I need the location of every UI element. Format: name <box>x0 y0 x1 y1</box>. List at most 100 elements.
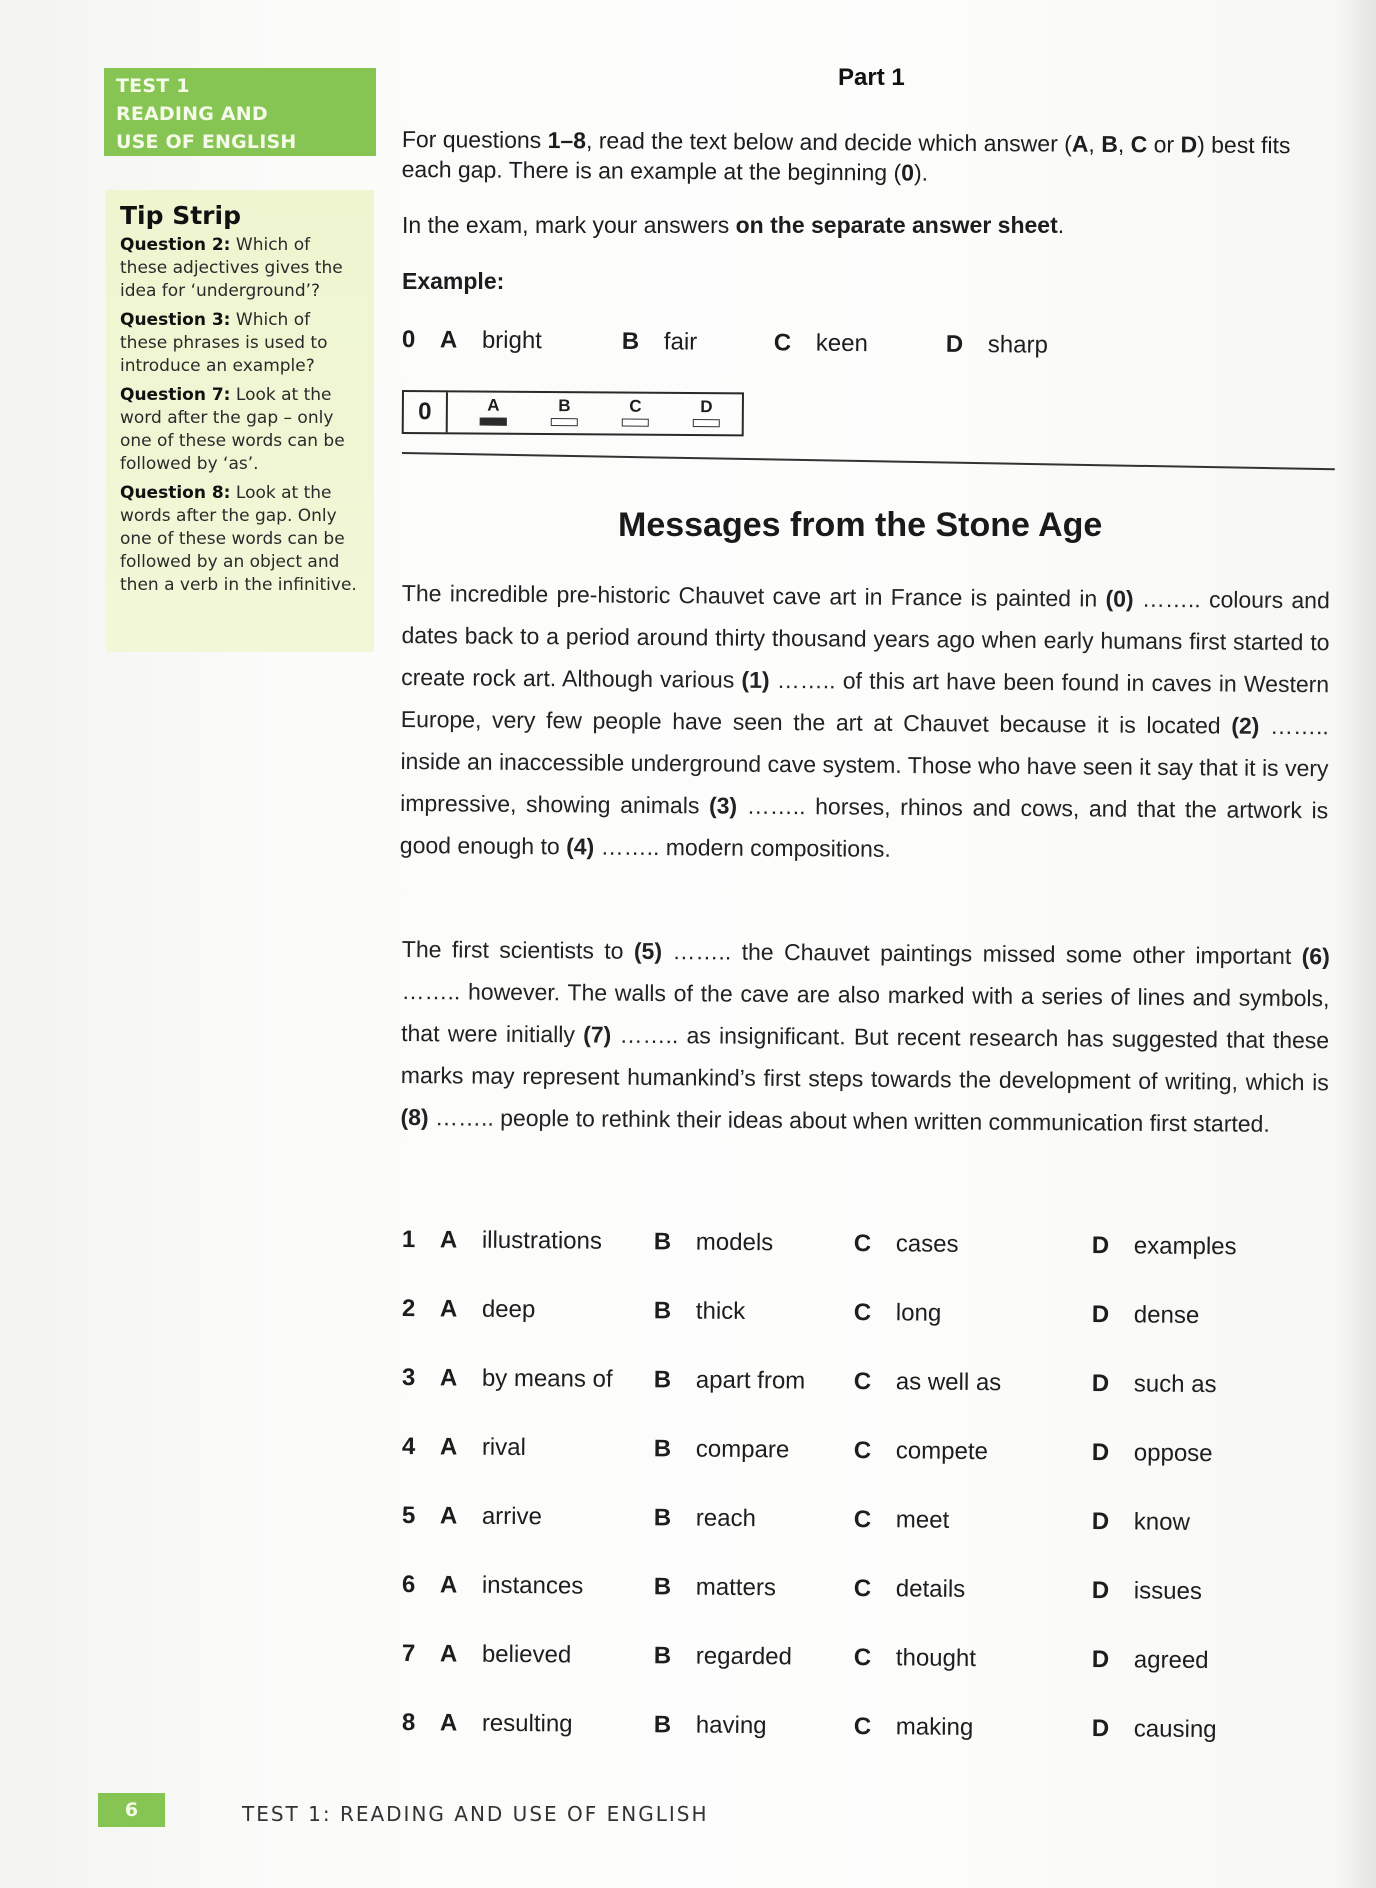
option-a[interactable]: Aarrive <box>440 1502 654 1532</box>
choice-letter: D <box>700 397 713 417</box>
option-a[interactable]: Aillustrations <box>440 1226 654 1256</box>
question-number: 3 <box>401 1364 416 1392</box>
question-number: 4 <box>401 1433 416 1461</box>
option-word: cases <box>895 1230 959 1258</box>
option-letter: B <box>653 1642 672 1670</box>
question-row: 7 Abelieved Bregarded Cthought Dagreed <box>402 1640 1209 1675</box>
tip-label: Question 2: <box>120 235 231 255</box>
answer-choice-d[interactable]: D <box>671 394 742 434</box>
option-a[interactable]: Aby means of <box>440 1364 654 1394</box>
option-a[interactable]: Ainstances <box>440 1571 654 1601</box>
option-c[interactable]: Ccases <box>854 1230 1092 1260</box>
option-b[interactable]: Bmodels <box>654 1228 854 1258</box>
option-word: thought <box>895 1644 977 1673</box>
option-word: causing <box>1133 1715 1217 1744</box>
answer-choice-c[interactable]: C <box>600 393 671 433</box>
option-c[interactable]: Cthought <box>854 1644 1092 1674</box>
option-word: such as <box>1133 1370 1217 1399</box>
option-c[interactable]: Cmeet <box>854 1506 1092 1536</box>
exam-page: TEST 1 READING AND USE OF ENGLISH Tip St… <box>0 0 1376 1888</box>
answer-mark-empty <box>692 419 720 428</box>
option-b[interactable]: Bhaving <box>654 1711 854 1741</box>
option-word: details <box>895 1575 966 1603</box>
banner-line: USE OF ENGLISH <box>116 131 297 153</box>
option-b[interactable]: Bapart from <box>654 1366 854 1396</box>
option-d: Dsharp <box>946 331 1048 360</box>
option-a[interactable]: Abelieved <box>440 1640 654 1670</box>
option-letter: A <box>439 1433 458 1461</box>
option-letter: B <box>653 1711 672 1739</box>
option-letter: B <box>653 1228 672 1256</box>
test-section-banner: TEST 1 READING AND USE OF ENGLISH <box>104 68 376 156</box>
option-word: as well as <box>895 1368 1002 1397</box>
answer-choice-b[interactable]: B <box>529 393 600 433</box>
choice-letter: C <box>629 396 642 416</box>
letter-c: C <box>1130 131 1148 158</box>
question-row: 3 Aby means of Bapart from Cas well as Dsuch… <box>402 1364 1217 1399</box>
option-letter: C <box>853 1229 872 1258</box>
option-c[interactable]: Clong <box>854 1299 1092 1329</box>
option-letter: D <box>1091 1370 1110 1398</box>
question-row: 4 Arival Bcompare Ccompete Doppose <box>402 1433 1213 1468</box>
option-letter: B <box>653 1504 672 1532</box>
option-c[interactable]: Cdetails <box>854 1575 1092 1605</box>
option-c[interactable]: Cas well as <box>854 1368 1092 1398</box>
tip-item: Question 7: Look at the word after the g… <box>120 384 362 476</box>
option-letter: A <box>439 1226 458 1254</box>
option-word: resulting <box>481 1709 573 1738</box>
option-word: reach <box>695 1504 757 1533</box>
letter-a: A <box>1071 130 1089 157</box>
answer-sheet-instruction: In the exam, mark your answers on the se… <box>402 212 1064 239</box>
option-word: meet <box>895 1506 950 1534</box>
option-b[interactable]: Bregarded <box>654 1642 854 1672</box>
option-letter: C <box>853 1574 872 1603</box>
option-d[interactable]: Dsuch as <box>1092 1370 1217 1399</box>
option-letter: D <box>1091 1301 1110 1329</box>
option-letter: D <box>1091 1646 1110 1674</box>
option-d[interactable]: Dagreed <box>1092 1646 1209 1675</box>
option-word: deep <box>481 1295 536 1324</box>
option-word: know <box>1133 1508 1191 1536</box>
tip-label: Question 3: <box>120 310 231 330</box>
option-letter: A <box>439 1364 458 1392</box>
option-letter: B <box>621 327 640 356</box>
option-letter: D <box>1091 1232 1110 1260</box>
option-a[interactable]: Aresulting <box>440 1709 654 1739</box>
option-letter: B <box>653 1297 672 1325</box>
instructions-text: , read the text below and decide which a… <box>585 127 1072 157</box>
option-b[interactable]: Bcompare <box>654 1435 854 1465</box>
question-number: 1 <box>401 1226 416 1254</box>
question-row: 5 Aarrive Breach Cmeet Dknow <box>402 1502 1190 1537</box>
option-d[interactable]: Doppose <box>1092 1439 1213 1468</box>
option-d[interactable]: Dcausing <box>1092 1715 1217 1744</box>
option-word: oppose <box>1133 1439 1213 1468</box>
option-d[interactable]: Ddense <box>1092 1301 1200 1330</box>
article-title: Messages from the Stone Age <box>618 506 1103 544</box>
option-word: rival <box>481 1433 527 1462</box>
option-b[interactable]: Bthick <box>654 1297 854 1327</box>
tip-item: Question 2: Which of these adjectives gi… <box>120 234 362 303</box>
option-a[interactable]: Arival <box>440 1433 654 1463</box>
option-letter: A <box>439 1295 458 1323</box>
article-paragraph-1: The incredible pre-historic Chauvet cave… <box>400 572 1330 873</box>
answer-choices: A B C D <box>448 392 742 434</box>
option-b[interactable]: Bmatters <box>654 1573 854 1603</box>
option-word: agreed <box>1133 1646 1209 1675</box>
option-d[interactable]: Dknow <box>1092 1508 1190 1537</box>
tip-strip: Tip Strip Question 2: Which of these adj… <box>106 190 374 652</box>
option-c[interactable]: Ccompete <box>854 1437 1092 1467</box>
option-letter: C <box>853 1643 872 1672</box>
option-d[interactable]: Dexamples <box>1092 1232 1237 1261</box>
option-d[interactable]: Dissues <box>1092 1577 1202 1606</box>
option-a[interactable]: Adeep <box>440 1295 654 1325</box>
instructions-text: . <box>1057 212 1065 238</box>
gap-number: (7) <box>583 1021 612 1048</box>
answer-choice-a[interactable]: A <box>458 392 529 432</box>
option-letter: A <box>439 326 458 354</box>
letter-b: B <box>1101 130 1118 157</box>
gap-number: (3) <box>708 792 738 819</box>
option-c[interactable]: Cmaking <box>854 1713 1092 1743</box>
option-b[interactable]: Breach <box>654 1504 854 1534</box>
option-word: having <box>695 1711 767 1740</box>
option-letter: D <box>1091 1577 1110 1605</box>
